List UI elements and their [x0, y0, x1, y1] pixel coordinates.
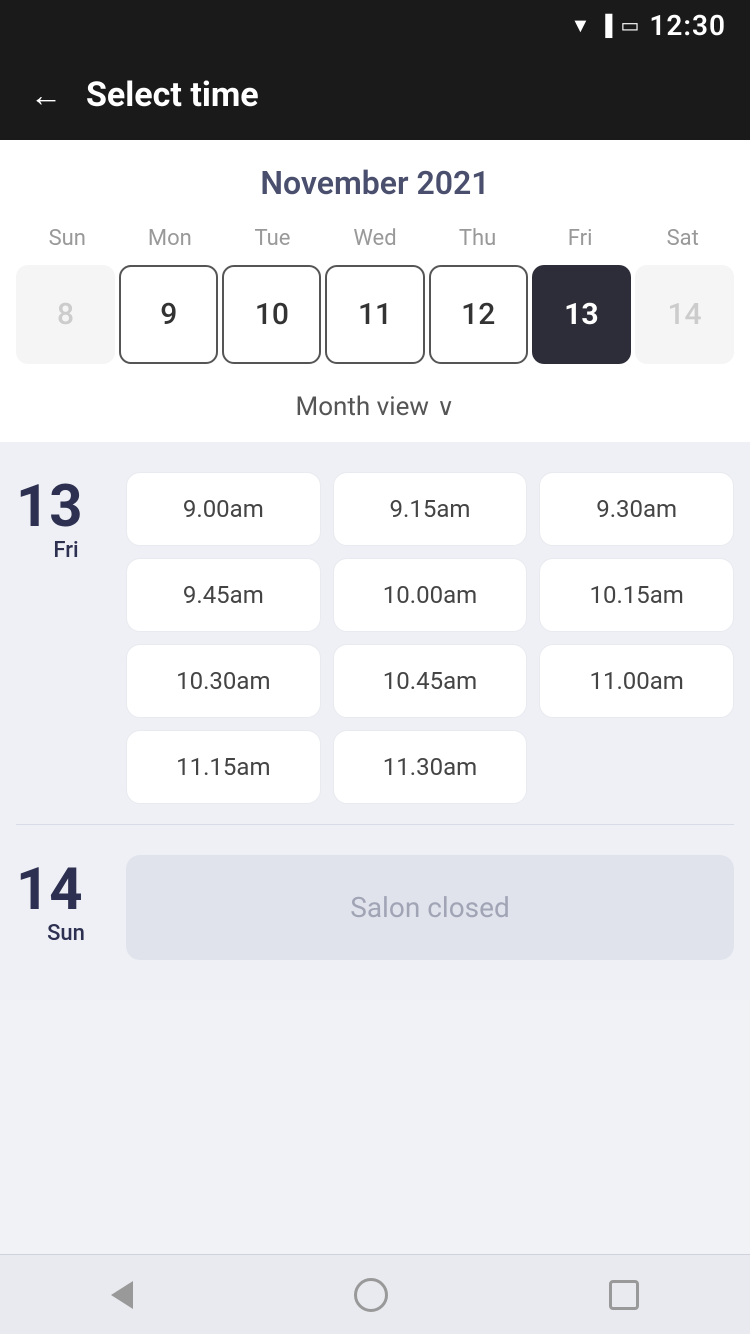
- day-14-section: 14 Sun Salon closed: [16, 845, 734, 980]
- day-13-number: 13: [16, 478, 116, 536]
- day-13-section: 13 Fri 9.00am 9.15am 9.30am 9.45am 10.00…: [16, 462, 734, 824]
- month-view-label: Month view: [296, 392, 429, 422]
- month-view-toggle[interactable]: Month view ∨: [16, 378, 734, 432]
- day-14-number: 14: [16, 861, 116, 919]
- slot-1015am[interactable]: 10.15am: [539, 558, 734, 632]
- day-13-label: 13 Fri: [16, 472, 116, 563]
- slots-section: 13 Fri 9.00am 9.15am 9.30am 9.45am 10.00…: [0, 442, 750, 1000]
- day-14[interactable]: 14: [635, 265, 734, 364]
- weekdays-row: Sun Mon Tue Wed Thu Fri Sat: [16, 222, 734, 255]
- weekday-fri: Fri: [529, 222, 632, 255]
- slot-900am[interactable]: 9.00am: [126, 472, 321, 546]
- day-12[interactable]: 12: [429, 265, 528, 364]
- nav-recents-button[interactable]: [609, 1280, 639, 1310]
- days-row: 8 9 10 11 12 13 14: [16, 265, 734, 364]
- nav-back-button[interactable]: [111, 1281, 133, 1309]
- day-14-label: 14 Sun: [16, 855, 116, 946]
- weekday-wed: Wed: [324, 222, 427, 255]
- salon-closed-box: Salon closed: [126, 855, 734, 960]
- back-button[interactable]: ←: [30, 79, 62, 111]
- nav-home-button[interactable]: [354, 1278, 388, 1312]
- status-time: 12:30: [649, 9, 726, 42]
- chevron-down-icon: ∨: [437, 393, 455, 421]
- nav-bar: [0, 1254, 750, 1334]
- weekday-mon: Mon: [119, 222, 222, 255]
- day-14-name: Sun: [16, 921, 116, 946]
- divider: [16, 824, 734, 825]
- day-13-name: Fri: [16, 538, 116, 563]
- weekday-tue: Tue: [221, 222, 324, 255]
- day-9[interactable]: 9: [119, 265, 218, 364]
- calendar-section: November 2021 Sun Mon Tue Wed Thu Fri Sa…: [0, 140, 750, 442]
- slot-915am[interactable]: 9.15am: [333, 472, 528, 546]
- signal-icon: ▐: [598, 13, 612, 38]
- day-10[interactable]: 10: [222, 265, 321, 364]
- status-icons: ▼ ▐ ▭: [571, 13, 640, 38]
- weekday-thu: Thu: [426, 222, 529, 255]
- day-11[interactable]: 11: [325, 265, 424, 364]
- header: ← Select time: [0, 50, 750, 140]
- slot-1000am[interactable]: 10.00am: [333, 558, 528, 632]
- battery-icon: ▭: [620, 13, 639, 37]
- weekday-sun: Sun: [16, 222, 119, 255]
- slot-1045am[interactable]: 10.45am: [333, 644, 528, 718]
- page-title: Select time: [86, 75, 259, 115]
- slot-1100am[interactable]: 11.00am: [539, 644, 734, 718]
- slot-1030am[interactable]: 10.30am: [126, 644, 321, 718]
- slot-930am[interactable]: 9.30am: [539, 472, 734, 546]
- day-13[interactable]: 13: [532, 265, 631, 364]
- day-8[interactable]: 8: [16, 265, 115, 364]
- slot-1115am[interactable]: 11.15am: [126, 730, 321, 804]
- status-bar: ▼ ▐ ▭ 12:30: [0, 0, 750, 50]
- slot-945am[interactable]: 9.45am: [126, 558, 321, 632]
- slots-grid-13: 9.00am 9.15am 9.30am 9.45am 10.00am 10.1…: [116, 472, 734, 804]
- wifi-icon: ▼: [571, 13, 591, 38]
- month-year-title: November 2021: [16, 164, 734, 202]
- weekday-sat: Sat: [631, 222, 734, 255]
- slot-1130am[interactable]: 11.30am: [333, 730, 528, 804]
